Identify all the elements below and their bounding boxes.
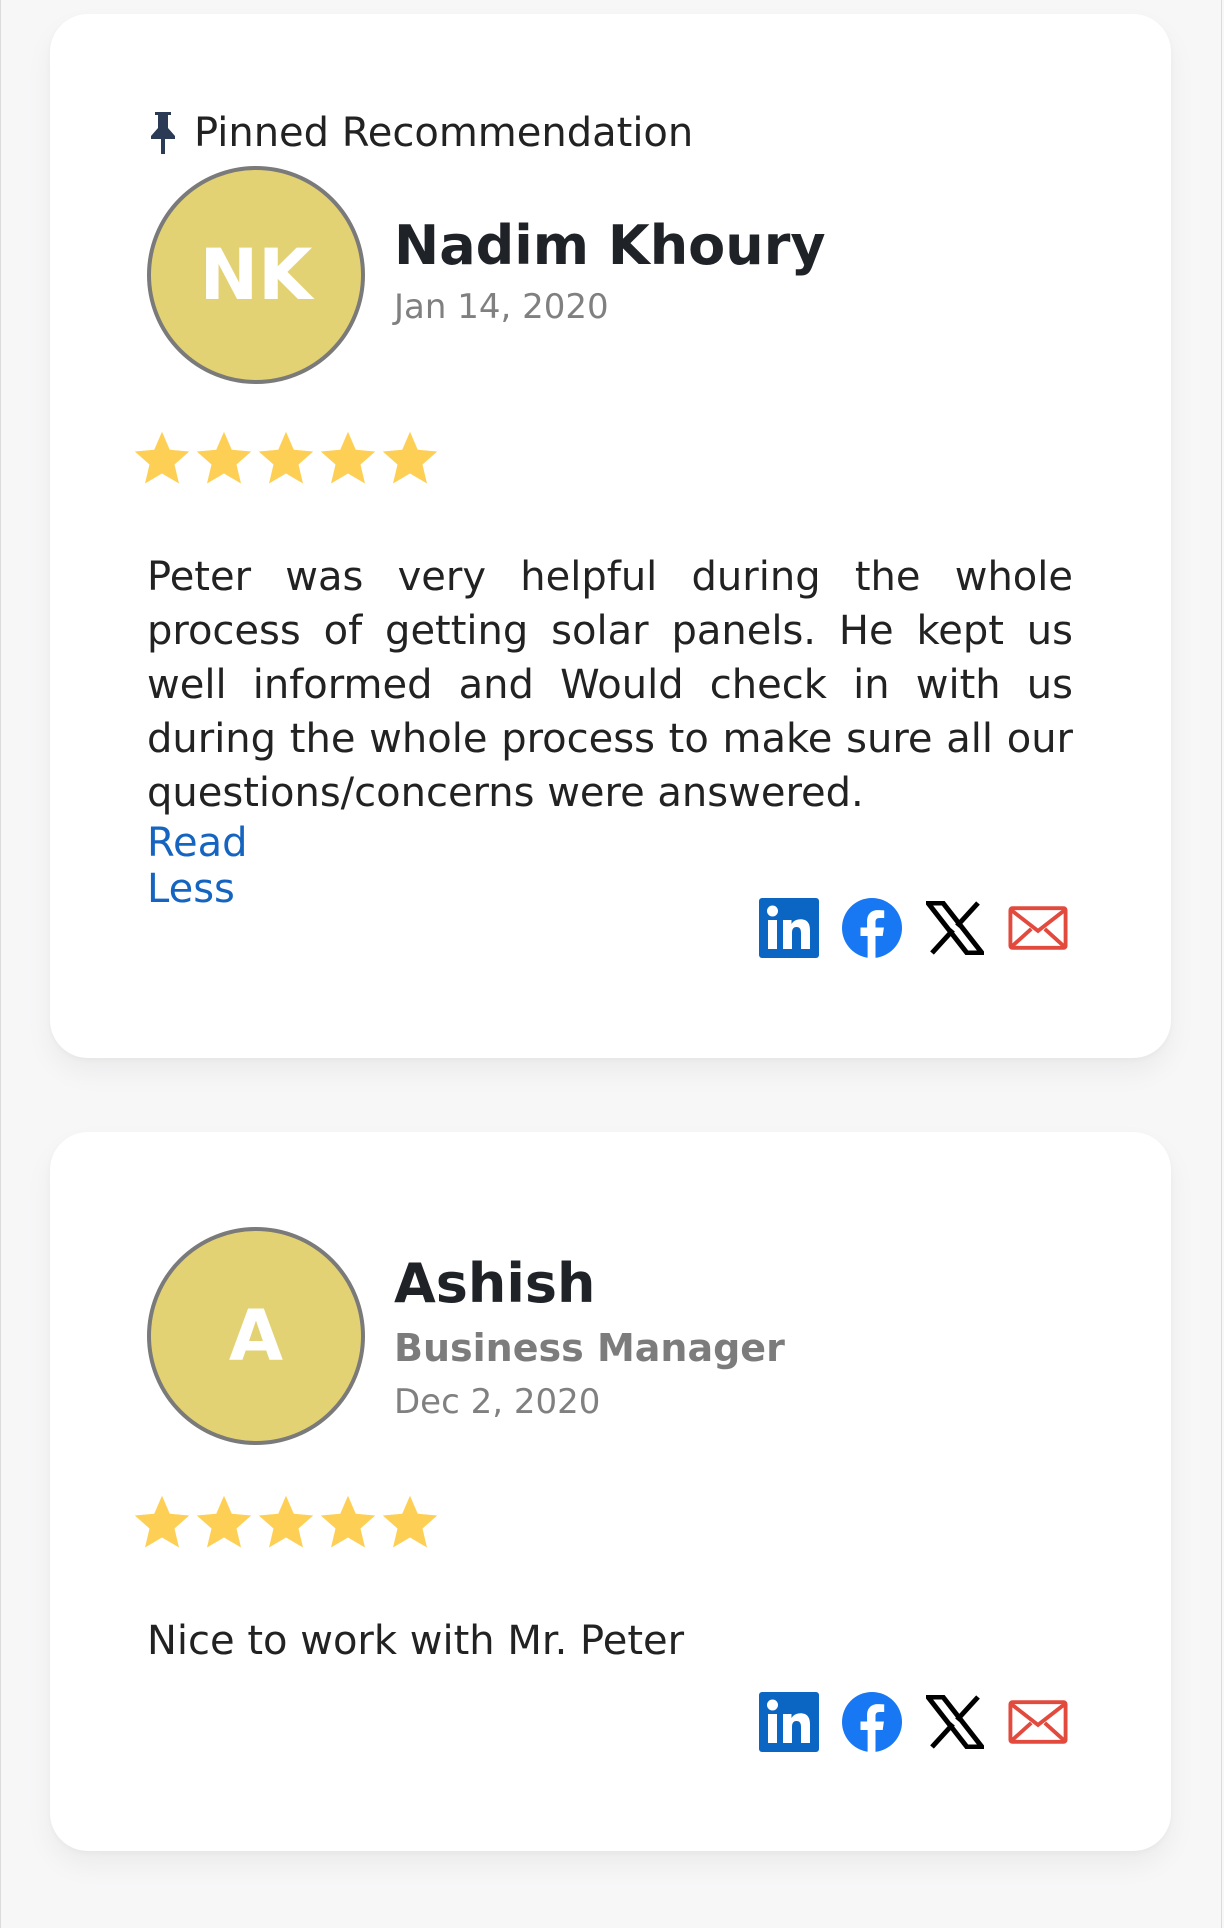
reviewer-name: Ashish — [394, 1252, 596, 1315]
star-rating — [132, 428, 440, 488]
review-text: Nice to work with Mr. Peter — [147, 1618, 685, 1664]
avatar: NK — [147, 166, 365, 384]
avatar-initials: A — [228, 1295, 284, 1377]
star-icon — [320, 431, 376, 484]
reviewer-name: Nadim Khoury — [394, 214, 826, 277]
pinned-label: Pinned Recommendation — [147, 110, 693, 156]
review-date: Jan 14, 2020 — [394, 287, 609, 327]
star-icon — [320, 1495, 376, 1548]
star-icon — [134, 431, 190, 484]
review-text: Peter was very helpful during the whole … — [147, 554, 1073, 816]
star-icon — [382, 431, 438, 484]
reviewer-role: Business Manager — [394, 1326, 785, 1370]
star-icon — [196, 431, 252, 484]
email-icon[interactable] — [1008, 1692, 1068, 1752]
x-icon[interactable] — [925, 1692, 985, 1752]
star-icon — [258, 431, 314, 484]
linkedin-icon[interactable] — [759, 1692, 819, 1752]
pinned-label-text: Pinned Recommendation — [194, 110, 694, 156]
read-less-link[interactable]: Read Less — [147, 820, 248, 912]
share-bar — [759, 898, 1068, 958]
avatar: A — [147, 1227, 365, 1445]
x-icon[interactable] — [925, 898, 985, 958]
star-icon — [134, 1495, 190, 1548]
avatar-initials: NK — [199, 234, 313, 316]
star-icon — [258, 1495, 314, 1548]
facebook-icon[interactable] — [842, 1692, 902, 1752]
star-icon — [382, 1495, 438, 1548]
share-bar — [759, 1692, 1068, 1752]
star-icon — [196, 1495, 252, 1548]
review-date: Dec 2, 2020 — [394, 1382, 601, 1422]
linkedin-icon[interactable] — [759, 898, 819, 958]
star-rating — [132, 1492, 440, 1552]
email-icon[interactable] — [1008, 898, 1068, 958]
recommendations-page: Pinned Recommendation NK Nadim Khoury Ja… — [0, 0, 1222, 1928]
facebook-icon[interactable] — [842, 898, 902, 958]
pin-icon — [151, 112, 175, 154]
